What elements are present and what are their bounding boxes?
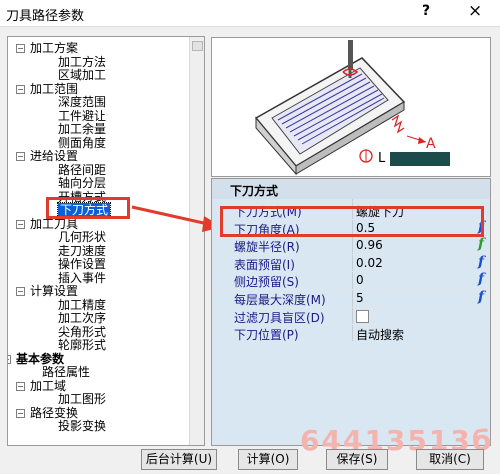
section-title: 下刀方式 (230, 184, 279, 198)
cancel-button[interactable]: 取消(C) (416, 449, 484, 470)
background-compute-button[interactable]: 后台计算(U) (141, 449, 217, 470)
property-section-header: 下刀方式 (212, 179, 490, 199)
highlight-box (220, 206, 484, 237)
property-label: 螺旋半径(R) (234, 240, 300, 255)
property-label: 下刀位置(P) (234, 328, 299, 343)
dimension-a-label: A (426, 136, 436, 152)
property-label: 表面预留(I) (234, 257, 295, 272)
property-row[interactable]: 过滤刀具盲区(D) (212, 306, 490, 325)
property-row[interactable]: 螺旋半径(R) 0.96 f (212, 236, 490, 254)
property-row[interactable]: 侧边预留(S) 0 f (212, 271, 490, 289)
milling-illustration: A L (254, 40, 450, 176)
save-button[interactable]: 保存(S) (326, 449, 388, 470)
property-row[interactable]: 下刀位置(P) 自动搜索 (212, 324, 490, 342)
property-label: 侧边预留(S) (234, 275, 299, 290)
property-value[interactable]: 0.96 (356, 238, 383, 252)
filter-blind-zone-checkbox[interactable] (356, 309, 369, 323)
property-value[interactable]: 5 (356, 291, 364, 305)
compute-button[interactable]: 计算(O) (238, 449, 298, 470)
property-label: 每层最大深度(M) (234, 293, 326, 307)
property-row[interactable]: 每层最大深度(M) 5 f (212, 289, 490, 307)
property-value[interactable]: 0.02 (356, 256, 383, 270)
formula-icon[interactable]: f (478, 289, 484, 305)
property-label: 过滤刀具盲区(D) (234, 310, 325, 325)
formula-icon[interactable]: f (478, 271, 484, 287)
property-row[interactable]: 表面预留(I) 0.02 f (212, 253, 490, 272)
property-value[interactable]: 0 (356, 273, 364, 287)
formula-icon[interactable]: f (478, 254, 484, 270)
property-value[interactable]: 自动搜索 (356, 326, 404, 343)
tool-preview-panel: A L (211, 37, 491, 177)
dimension-l-label: L (378, 151, 386, 166)
formula-icon[interactable]: f (478, 236, 484, 252)
